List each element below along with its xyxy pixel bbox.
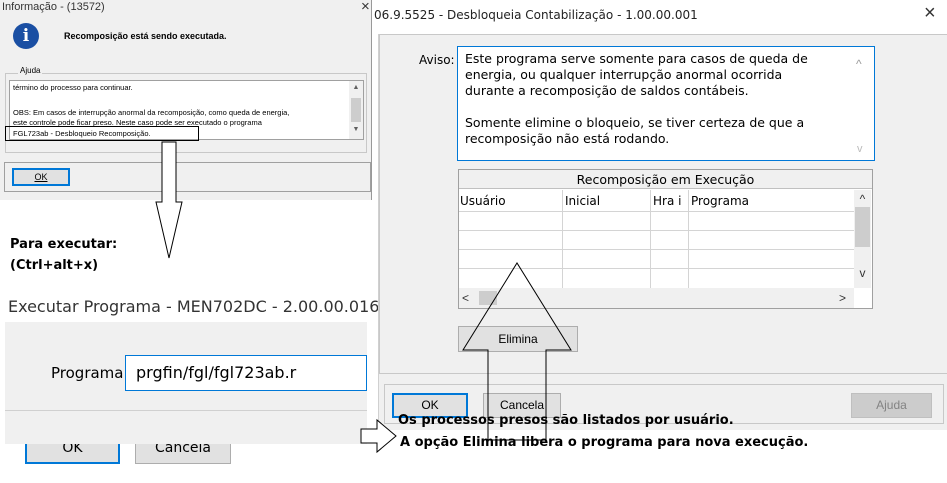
help-line: OBS: Em casos de interrupção anormal da … <box>13 108 290 117</box>
info-message: Recomposição está sendo executada. <box>64 31 227 41</box>
exec-separator <box>5 410 367 411</box>
grid-scroll-right-icon[interactable]: > <box>839 291 846 305</box>
scroll-up-icon[interactable]: ▲ <box>349 84 363 91</box>
highlight-box <box>5 126 199 141</box>
annotation-line2: A opção Elimina libera o programa para n… <box>400 435 809 450</box>
grid-col-divider <box>688 190 689 288</box>
grid-row-divider <box>459 230 854 231</box>
column-header-inicial[interactable]: Inicial <box>565 194 600 208</box>
column-header-hra-i[interactable]: Hra i <box>653 194 681 208</box>
main-dialog-title: 06.9.5525 - Desbloqueia Contabilização -… <box>374 8 698 22</box>
grid-vertical-scrollbar[interactable]: ^ v <box>854 190 871 288</box>
shortcut-line2: (Ctrl+alt+x) <box>10 258 99 273</box>
down-arrow-annotation <box>155 141 183 259</box>
main-dialog-close-icon[interactable]: × <box>924 2 936 25</box>
program-input[interactable]: prgfin/fgl/fgl723ab.r <box>125 355 367 391</box>
exec-dialog-title: Executar Programa - MEN702DC - 2.00.00.0… <box>8 297 380 316</box>
shortcut-line1: Para executar: <box>10 237 118 252</box>
help-scrollbar[interactable]: ▲ ▼ <box>349 81 363 139</box>
aviso-scroll-down-icon[interactable]: v <box>857 143 863 155</box>
program-label: Programa: <box>51 364 129 382</box>
info-dialog-close-icon[interactable]: × <box>361 0 370 15</box>
scroll-down-icon[interactable]: ▼ <box>349 126 363 133</box>
main-dialog-titlebar: 06.9.5525 - Desbloqueia Contabilização -… <box>372 0 947 34</box>
program-input-value: prgfin/fgl/fgl723ab.r <box>136 363 297 382</box>
grid-title: Recomposição em Execução <box>459 170 872 189</box>
aviso-line: Somente elimine o bloqueio, se tiver cer… <box>465 115 805 130</box>
column-header-programa[interactable]: Programa <box>691 194 749 208</box>
help-group-label: Ajuda <box>18 66 43 75</box>
main-ok-label: OK <box>421 398 439 412</box>
help-line: término do processo para continuar. <box>13 83 133 92</box>
grid-col-divider <box>650 190 651 288</box>
aviso-line: Este programa serve somente para casos d… <box>465 51 808 66</box>
grid-scroll-down-icon[interactable]: v <box>854 266 871 280</box>
exec-dialog-bottom-band <box>5 420 367 444</box>
info-ok-label: OK <box>34 172 48 182</box>
aviso-textarea[interactable]: Este programa serve somente para casos d… <box>457 46 875 161</box>
aviso-line: durante a recomposição de saldos contábe… <box>465 83 749 98</box>
main-help-button[interactable]: Ajuda <box>851 393 932 418</box>
main-help-label: Ajuda <box>876 398 907 412</box>
column-header-usuario[interactable]: Usuário <box>460 194 506 208</box>
grid-row-divider <box>459 249 854 250</box>
grid-row-divider <box>459 211 854 212</box>
aviso-label: Aviso: <box>419 53 455 67</box>
info-ok-button[interactable]: OK <box>12 168 70 186</box>
grid-scroll-thumb[interactable] <box>855 207 870 247</box>
right-arrow-annotation <box>360 418 397 454</box>
aviso-scroll-up-icon[interactable]: ^ <box>856 57 862 71</box>
info-dialog-title: Informação - (13572) <box>2 1 105 13</box>
annotation-line1: Os processos presos são listados por usu… <box>398 413 734 428</box>
aviso-line: recomposição não está rodando. <box>465 131 670 146</box>
aviso-line: energia, ou qualquer interrupção anormal… <box>465 67 783 82</box>
info-icon: i <box>13 23 39 49</box>
scroll-thumb[interactable] <box>351 98 361 122</box>
grid-scroll-up-icon[interactable]: ^ <box>854 192 871 206</box>
